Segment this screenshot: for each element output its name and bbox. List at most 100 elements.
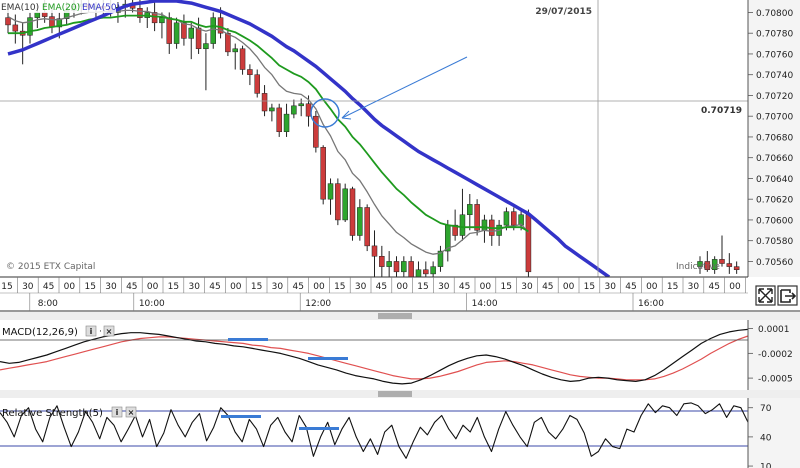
candle-body: [181, 22, 187, 39]
time-tick-label: 15: [251, 282, 262, 292]
candle: [525, 209, 532, 283]
candle-body: [401, 261, 407, 273]
candle-body: [239, 48, 246, 70]
candle: [313, 111, 319, 153]
candle-body: [726, 263, 733, 267]
candle: [364, 204, 370, 252]
candle-body: [335, 183, 341, 221]
time-tick-label: 00: [729, 282, 741, 292]
time-tick-label: 45: [126, 282, 137, 292]
time-tick-label: 00: [313, 282, 325, 292]
rsi-tick-label: 40: [760, 433, 772, 443]
price-tick-label: 0.70660: [756, 154, 793, 164]
macd-tick-label: -0.0005: [758, 375, 793, 385]
candle-body: [320, 147, 326, 200]
time-tick-label: 30: [521, 282, 533, 292]
close-icon[interactable]: ×: [103, 325, 115, 337]
annotation-bar-macd-1: [228, 338, 268, 341]
time-tick-label: 45: [43, 282, 54, 292]
candle-body: [283, 113, 290, 133]
crosshair-price: 0.70719: [701, 106, 742, 116]
candle-body: [291, 105, 297, 115]
macd-title: MACD(12,26,9): [2, 327, 78, 338]
time-tick-label: 45: [209, 282, 220, 292]
candle-body: [261, 93, 268, 112]
price-tick-label: 0.70560: [756, 258, 793, 268]
candle-body: [357, 207, 363, 236]
candle-body: [349, 188, 356, 236]
candle-body: [430, 266, 436, 275]
price-tick-label: 0.70640: [756, 175, 793, 185]
price-tick-label: 0.70800: [756, 9, 793, 19]
candle-body: [173, 22, 180, 44]
candle-body: [159, 17, 165, 24]
info-icon[interactable]: i: [111, 406, 123, 418]
time-tick-label: 30: [604, 282, 616, 292]
time-tick-label: 30: [272, 282, 284, 292]
candle-body: [415, 269, 422, 278]
price-tick-label: 0.70740: [756, 71, 793, 81]
candle: [335, 178, 341, 226]
candle-body: [298, 103, 304, 107]
candle-body: [12, 24, 19, 32]
candle-body: [511, 211, 517, 226]
time-tick-label: 15: [584, 282, 595, 292]
crosshair-date: 29/07/2015: [535, 7, 592, 17]
fullscreen-icon[interactable]: [755, 285, 776, 306]
candle-body: [225, 32, 231, 53]
rsi-title: Relative Strength(5): [2, 408, 103, 419]
time-hour-label: 12:00: [305, 299, 331, 309]
time-tick-label: 00: [396, 282, 408, 292]
rsi-tick-label: 70: [760, 404, 772, 414]
time-tick-label: 00: [230, 282, 242, 292]
time-tick-label: 30: [438, 282, 450, 292]
candle: [349, 186, 356, 241]
candle-body: [379, 256, 385, 267]
price-tick-label: 0.70680: [756, 133, 793, 143]
candle-body: [49, 16, 55, 28]
time-tick-label: 30: [22, 282, 34, 292]
annotation-bar-rsi-1: [221, 415, 261, 418]
candle: [320, 145, 326, 205]
candle-body: [276, 107, 282, 133]
candle-body: [393, 261, 400, 273]
time-tick-label: 45: [459, 282, 470, 292]
time-tick-label: 15: [168, 282, 179, 292]
annotation-bar-rsi-2: [299, 427, 339, 430]
chart-window: 29/07/2015 0.70719 EMA(10) EMA(20) EMA(5…: [0, 0, 800, 468]
candle-body: [232, 48, 238, 53]
time-tick-label: 15: [334, 282, 345, 292]
macd-panel[interactable]: MACD(12,26,9) i · ×: [0, 320, 749, 390]
info-icon[interactable]: i: [85, 325, 97, 337]
chart-canvas: 29/07/2015 0.70719 EMA(10) EMA(20) EMA(5…: [0, 0, 800, 468]
time-tick-label: 30: [355, 282, 367, 292]
time-tick-label: 30: [188, 282, 200, 292]
candle-body: [188, 27, 194, 39]
rsi-tick-label: 10: [760, 463, 772, 468]
close-icon[interactable]: ×: [125, 406, 137, 418]
time-tick-label: 30: [688, 282, 700, 292]
rsi-axis-bg: [748, 398, 800, 468]
candle-body: [423, 269, 429, 275]
annotation-bar-macd-2: [308, 357, 348, 360]
time-tick-label: 15: [417, 282, 428, 292]
time-tick-label: 45: [625, 282, 636, 292]
candle-body: [386, 261, 392, 267]
candle-body: [247, 69, 253, 75]
time-tick-label: 15: [84, 282, 95, 292]
time-hour-label: 16:00: [638, 299, 664, 309]
candle-body: [5, 17, 11, 26]
candle: [474, 199, 480, 236]
time-hour-label: 8:00: [38, 299, 58, 309]
candle: [210, 12, 216, 49]
time-tick-label: 00: [646, 282, 658, 292]
svg-text:i: i: [116, 408, 119, 417]
export-icon[interactable]: [777, 285, 798, 306]
candle-body: [719, 259, 725, 264]
time-tick-label: 45: [376, 282, 387, 292]
price-tick-label: 0.70580: [756, 237, 793, 247]
rsi-panel[interactable]: Relative Strength(5) i ×: [0, 398, 749, 468]
candle-body: [305, 103, 312, 117]
candle-body: [41, 12, 48, 17]
time-hour-label: 10:00: [139, 299, 165, 309]
